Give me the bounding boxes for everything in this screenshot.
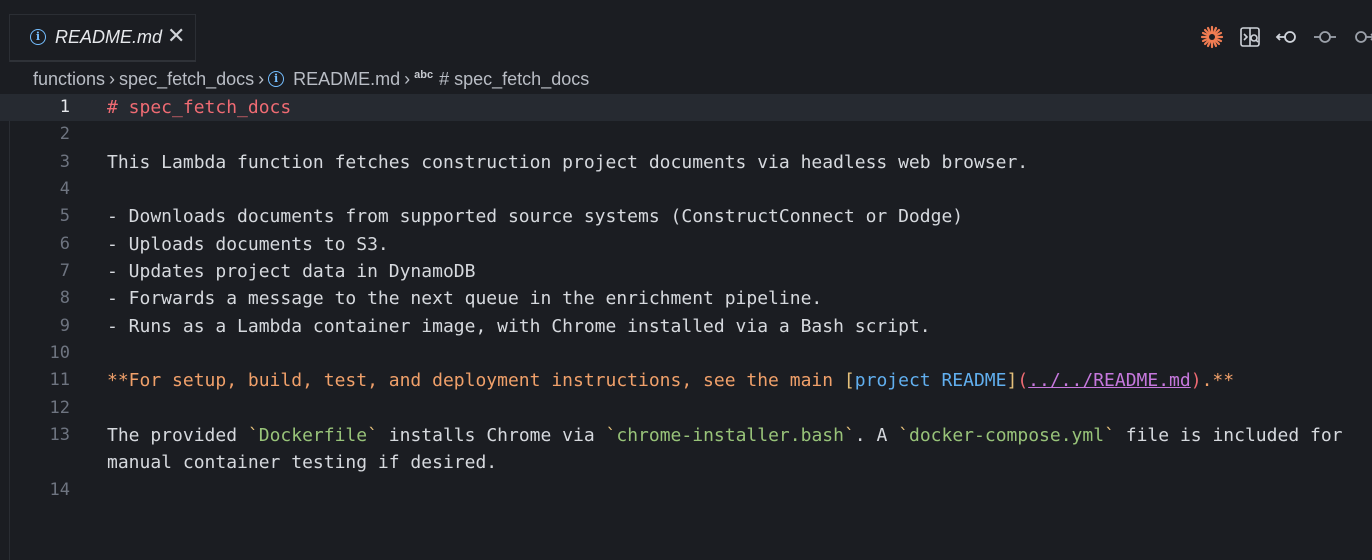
line-content: **For setup, build, test, and deployment… <box>107 367 1347 394</box>
line-content: This Lambda function fetches constructio… <box>107 149 1347 176</box>
code-token: installs Chrome via <box>377 425 606 447</box>
code-token: ) <box>1190 370 1202 392</box>
code-token: The provided <box>107 425 248 447</box>
breadcrumb-item-heading[interactable]: # spec_fetch_docs <box>439 69 589 90</box>
editor-line[interactable]: 2 <box>0 121 1372 148</box>
code-token: ` <box>247 425 259 447</box>
go-back-icon[interactable] <box>1274 24 1300 50</box>
code-token: ] <box>1006 370 1018 392</box>
chevron-right-icon: › <box>109 68 116 89</box>
breadcrumb-item-functions[interactable]: functions <box>33 69 105 90</box>
previous-change-icon[interactable] <box>1312 24 1338 50</box>
breadcrumb: functions › spec_fetch_docs › i README.m… <box>33 68 589 90</box>
line-number: 3 <box>59 151 70 172</box>
line-number: 9 <box>59 315 70 336</box>
symbol-string-icon: abc <box>414 69 434 81</box>
line-number: 4 <box>59 179 70 200</box>
editor-line[interactable]: 4 <box>0 176 1372 203</box>
info-icon: i <box>30 29 46 45</box>
editor-line[interactable]: 11 **For setup, build, test, and deployme… <box>0 367 1372 394</box>
next-change-icon[interactable] <box>1350 24 1372 50</box>
code-token: ` <box>898 425 909 447</box>
editor-line[interactable]: 10 <box>0 340 1372 367</box>
line-number: 14 <box>49 479 70 500</box>
breadcrumb-item-file[interactable]: README.md <box>293 69 400 90</box>
line-number: 2 <box>59 124 70 145</box>
code-token: .** <box>1201 370 1235 392</box>
tab-divider <box>10 60 196 62</box>
code-token: **For setup, build, test, and deployment… <box>107 370 844 392</box>
code-token: - Runs as a Lambda container image, with… <box>107 315 931 337</box>
line-content: The provided `Dockerfile` installs Chrom… <box>107 422 1347 477</box>
open-preview-to-side-icon[interactable] <box>1237 24 1263 50</box>
code-token: - Updates project data in DynamoDB <box>107 261 476 283</box>
tab-title: README.md <box>55 27 163 47</box>
code-token: [ <box>843 370 855 392</box>
line-number: 5 <box>59 206 70 227</box>
code-token: chrome-installer.bash <box>616 425 844 447</box>
code-token: ` <box>1104 425 1115 447</box>
editor-line[interactable]: 8 - Forwards a message to the next queue … <box>0 285 1372 312</box>
code-token: ( <box>1017 370 1029 392</box>
line-number: 6 <box>59 233 70 254</box>
line-number: 12 <box>49 397 70 418</box>
line-content: - Updates project data in DynamoDB <box>107 258 1347 285</box>
line-number: 13 <box>49 425 70 446</box>
chat-sparkle-icon[interactable] <box>1199 24 1225 50</box>
editor-line[interactable]: 1 # spec_fetch_docs <box>0 94 1372 122</box>
code-token: . A <box>854 425 899 447</box>
line-content: - Downloads documents from supported sou… <box>107 203 1347 230</box>
line-content: - Uploads documents to S3. <box>107 231 1347 258</box>
editor-line[interactable]: 6 - Uploads documents to S3. <box>0 231 1372 258</box>
editor-line[interactable]: 3 This Lambda function fetches constructi… <box>0 149 1372 176</box>
editor-line[interactable]: 12 <box>0 395 1372 422</box>
code-token: # spec_fetch_docs <box>107 97 292 118</box>
chevron-right-icon: › <box>258 68 265 89</box>
tab-readme[interactable]: i README.md ✕ <box>9 14 196 62</box>
editor-line[interactable]: 14 <box>0 477 1372 504</box>
line-number: 1 <box>59 97 70 117</box>
breadcrumb-item-folder[interactable]: spec_fetch_docs <box>119 69 254 90</box>
code-token: This Lambda function fetches constructio… <box>107 151 1029 173</box>
editor-line[interactable]: 13 The provided `Dockerfile` installs Chr… <box>0 422 1372 477</box>
code-token: ../../README.md <box>1028 370 1191 392</box>
line-content: # spec_fetch_docs <box>107 94 1347 121</box>
code-token: - Uploads documents to S3. <box>107 233 389 255</box>
code-token: Dockerfile <box>258 425 368 447</box>
tab-bar: i README.md ✕ <box>0 0 1372 62</box>
code-token: ` <box>605 425 617 447</box>
line-number: 8 <box>59 288 70 309</box>
code-token: - Downloads documents from supported sou… <box>107 206 964 228</box>
line-number: 11 <box>49 370 70 391</box>
line-content: - Forwards a message to the next queue i… <box>107 285 1347 312</box>
text-editor[interactable]: 1 # spec_fetch_docs 2 3 This Lambda function… <box>0 94 1372 504</box>
chevron-right-icon: › <box>404 68 411 89</box>
line-number: 7 <box>59 261 70 282</box>
code-token: project README <box>854 370 1007 392</box>
editor-line[interactable]: 7 - Updates project data in DynamoDB <box>0 258 1372 285</box>
line-content: - Runs as a Lambda container image, with… <box>107 313 1347 340</box>
editor-line[interactable]: 9 - Runs as a Lambda container image, wit… <box>0 313 1372 340</box>
line-number: 10 <box>49 343 70 364</box>
code-token: - Forwards a message to the next queue i… <box>107 288 823 310</box>
close-icon[interactable]: ✕ <box>167 25 185 47</box>
code-token: ` <box>367 425 378 447</box>
code-token: docker-compose.yml <box>909 425 1105 447</box>
info-icon: i <box>268 71 285 87</box>
editor-line[interactable]: 5 - Downloads documents from supported so… <box>0 203 1372 230</box>
code-token: ` <box>843 425 855 447</box>
